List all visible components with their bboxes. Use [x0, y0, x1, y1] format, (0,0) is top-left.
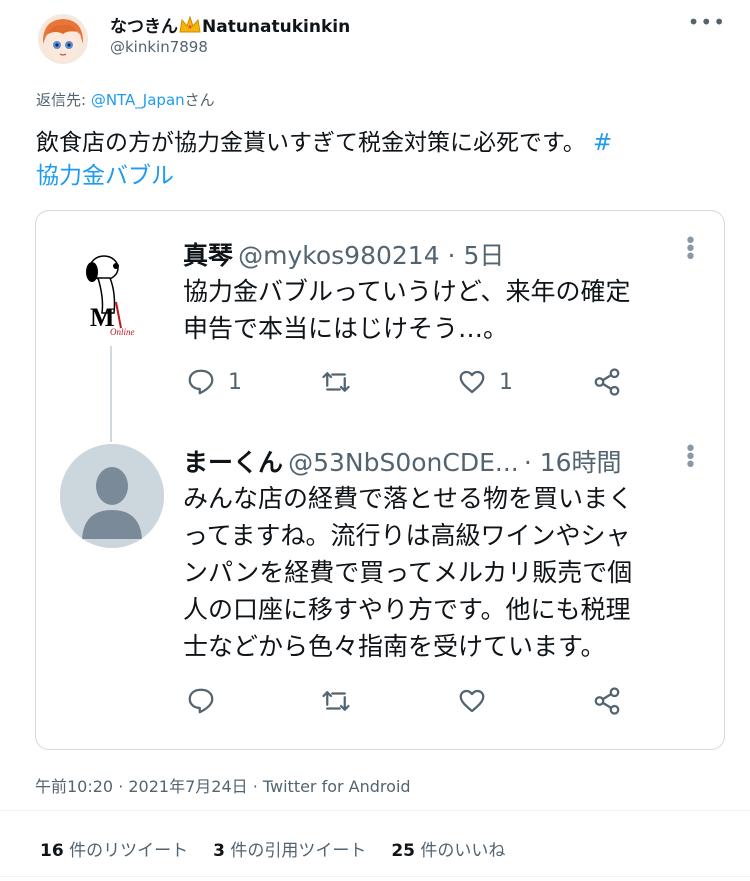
like-action[interactable]: [457, 686, 487, 716]
svg-text:Online: Online: [110, 327, 135, 337]
tweet-stats: 16 件のリツイート 3 件の引用ツイート 25 件のいいね: [40, 836, 505, 861]
author-avatar[interactable]: [38, 14, 88, 64]
embedded-tweet2-text: みんな店の経費で落とせる物を買いまく ってますね。流行りは高級ワインやシャ ンパ…: [183, 484, 634, 661]
retweet-action[interactable]: [321, 367, 351, 397]
embedded-tweet2-time[interactable]: · 16時間: [524, 448, 622, 477]
author-display-name[interactable]: なつきん Natunatukinkin: [110, 12, 350, 37]
retweets-stat[interactable]: 16 件のリツイート: [40, 836, 188, 861]
embedded-tweet1-name[interactable]: 真琴: [183, 241, 233, 270]
reply-icon: [188, 688, 214, 714]
embedded-tweet1-text: 協力金バブルっていうけど、来年の確定 申告で本当にはじけそう…。: [183, 277, 631, 343]
retweet-icon: [322, 691, 350, 711]
retweet-action[interactable]: [321, 686, 351, 716]
divider: [0, 876, 750, 877]
more-options-icon[interactable]: •••: [688, 10, 726, 34]
snoopy-avatar: M Online: [74, 238, 148, 338]
quotes-stat[interactable]: 3 件の引用ツイート: [213, 836, 366, 861]
embedded-tweet2-name[interactable]: まーくん: [183, 448, 283, 477]
thread-line: [110, 346, 112, 442]
tweet-text: 飲食店の方が協力金貰いすぎて税金対策に必死です。 # 協力金バブル: [36, 130, 613, 189]
like-count: 1: [499, 369, 513, 395]
embedded-tweet2-header: まーくん @53NbS0onCDE... · 16時間: [183, 443, 622, 479]
crown-icon: [179, 15, 201, 37]
retweet-icon: [322, 372, 350, 392]
reply-count: 1: [228, 369, 242, 395]
reply-to: 返信先: @NTA_Japanさん: [36, 91, 215, 109]
reply-icon: [188, 369, 214, 395]
default-avatar: [60, 444, 164, 548]
reply-action[interactable]: [186, 686, 216, 716]
reply-to-link[interactable]: @NTA_Japan: [91, 91, 185, 109]
like-action[interactable]: 1: [457, 367, 513, 397]
author-handle[interactable]: @kinkin7898: [110, 38, 208, 56]
share-icon: [594, 687, 620, 715]
embedded-tweet2-handle[interactable]: @53NbS0onCDE...: [288, 448, 519, 477]
heart-icon: [459, 370, 485, 394]
likes-stat[interactable]: 25 件のいいね: [391, 836, 505, 861]
more-vertical-icon[interactable]: • • •: [684, 439, 697, 477]
heart-icon: [459, 689, 485, 713]
share-action[interactable]: [592, 686, 622, 716]
tweet-timestamp[interactable]: 午前10:20 · 2021年7月24日 · Twitter for Andro…: [35, 773, 411, 797]
reply-action[interactable]: 1: [186, 367, 242, 397]
embedded-tweet1-header: 真琴 @mykos980214 · 5日: [183, 236, 504, 272]
share-action[interactable]: [592, 367, 622, 397]
divider: [0, 810, 750, 811]
share-icon: [594, 368, 620, 396]
embedded-tweet1-handle[interactable]: @mykos980214 · 5日: [238, 241, 504, 270]
more-vertical-icon[interactable]: • • •: [684, 231, 697, 269]
